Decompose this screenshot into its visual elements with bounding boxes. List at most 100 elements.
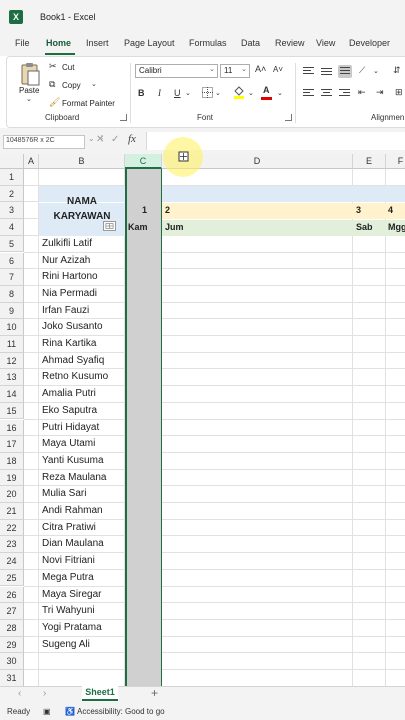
prev-sheet-icon[interactable]: ‹ [18, 688, 21, 699]
paste-icon[interactable] [20, 62, 40, 86]
name-box-dropdown-icon[interactable]: ⌄ [88, 134, 95, 143]
font-color-dropdown-icon[interactable]: ⌄ [277, 89, 283, 97]
row-header-15[interactable]: 15 [0, 402, 24, 420]
employee-name-cell[interactable]: Andi Rahman [42, 505, 124, 516]
row-header-23[interactable]: 23 [0, 536, 24, 554]
tab-file[interactable]: File [15, 38, 30, 48]
row-header-2[interactable]: 2 [0, 185, 24, 203]
fill-color-dropdown-icon[interactable]: ⌄ [248, 89, 254, 97]
column-header-a[interactable]: A [24, 154, 39, 169]
row-header-28[interactable]: 28 [0, 619, 24, 637]
fill-color-icon[interactable] [233, 85, 245, 99]
copy-button[interactable]: Copy [62, 81, 81, 90]
row-header-26[interactable]: 26 [0, 586, 24, 604]
increase-indent-icon[interactable]: ⇥ [376, 87, 384, 98]
row-header-4[interactable]: 4 [0, 219, 24, 236]
row-header-24[interactable]: 24 [0, 553, 24, 570]
macro-record-icon[interactable]: ▣ [43, 707, 51, 716]
day-name-4[interactable]: Mgg [388, 222, 405, 232]
sheet-tab-sheet1[interactable]: Sheet1 [82, 686, 118, 701]
orientation-dropdown-icon[interactable]: ⌄ [373, 67, 379, 75]
tab-home[interactable]: Home [46, 38, 71, 48]
employee-name-cell[interactable]: Mega Putra [42, 572, 124, 583]
align-center-icon[interactable] [321, 89, 332, 98]
employee-name-cell[interactable]: Nia Permadi [42, 288, 124, 299]
shrink-font-button[interactable]: A˅ [273, 65, 283, 74]
row-header-12[interactable]: 12 [0, 352, 24, 370]
employee-name-cell[interactable]: Maya Utami [42, 438, 124, 449]
borders-icon[interactable] [202, 87, 213, 98]
employee-name-cell[interactable]: Joko Susanto [42, 321, 124, 332]
row-header-25[interactable]: 25 [0, 569, 24, 587]
row-header-8[interactable]: 8 [0, 285, 24, 303]
tab-review[interactable]: Review [275, 38, 305, 48]
row-header-18[interactable]: 18 [0, 452, 24, 470]
top-align-icon[interactable] [303, 67, 314, 76]
row-header-13[interactable]: 13 [0, 369, 24, 387]
copy-icon[interactable]: ⧉ [49, 79, 55, 90]
paste-button[interactable]: Paste [19, 86, 39, 95]
day-number-4[interactable]: 4 [388, 205, 393, 215]
row-header-7[interactable]: 7 [0, 269, 24, 286]
clipboard-launcher-icon[interactable] [120, 114, 127, 121]
accessibility-status[interactable]: Accessibility: Good to go [77, 707, 165, 716]
next-sheet-icon[interactable]: › [43, 688, 46, 699]
employee-name-cell[interactable]: Novi Fitriani [42, 555, 124, 566]
cancel-icon[interactable]: ✕ [96, 134, 104, 145]
name-box[interactable]: 1048576R x 2C [3, 135, 85, 149]
row-header-9[interactable]: 9 [0, 302, 24, 320]
row-header-11[interactable]: 11 [0, 336, 24, 353]
employee-name-cell[interactable]: Rina Kartika [42, 338, 124, 349]
employee-name-cell[interactable]: Yogi Pratama [42, 622, 124, 633]
row-header-19[interactable]: 19 [0, 469, 24, 487]
bold-button[interactable]: B [138, 88, 145, 98]
employee-name-cell[interactable]: Eko Saputra [42, 405, 124, 416]
paste-dropdown-icon[interactable]: ⌄ [26, 95, 32, 103]
font-launcher-icon[interactable] [285, 114, 292, 121]
format-painter-button[interactable]: Format Painter [62, 99, 115, 108]
employee-name-cell[interactable]: Zulkifli Latif [42, 238, 124, 249]
employee-name-cell[interactable]: Reza Maulana [42, 472, 124, 483]
tab-insert[interactable]: Insert [86, 38, 109, 48]
copy-dropdown-icon[interactable]: ⌄ [91, 80, 97, 88]
column-header-e[interactable]: E [353, 154, 386, 169]
employee-name-cell[interactable]: Citra Pratiwi [42, 522, 124, 533]
employee-name-cell[interactable]: Yanti Kusuma [42, 455, 124, 466]
bottom-align-icon[interactable] [338, 65, 352, 78]
cut-icon[interactable]: ✂ [49, 61, 57, 72]
underline-dropdown-icon[interactable]: ⌄ [185, 89, 191, 97]
employee-name-cell[interactable]: Maya Siregar [42, 589, 124, 600]
employee-name-cell[interactable]: Tri Wahyuni [42, 605, 124, 616]
row-header-31[interactable]: 31 [0, 670, 24, 686]
row-header-29[interactable]: 29 [0, 636, 24, 654]
select-all-corner[interactable] [0, 154, 24, 169]
column-header-f[interactable]: F [386, 154, 405, 169]
tab-developer[interactable]: Developer [349, 38, 390, 48]
decrease-indent-icon[interactable]: ⇤ [358, 87, 366, 98]
row-header-30[interactable]: 30 [0, 653, 24, 670]
employee-name-cell[interactable]: Retno Kusumo [42, 371, 124, 382]
enter-icon[interactable]: ✓ [111, 134, 119, 145]
underline-button[interactable]: U [174, 88, 181, 98]
row-header-10[interactable]: 10 [0, 319, 24, 336]
format-painter-icon[interactable]: 🖌 [49, 97, 60, 108]
italic-button[interactable]: I [158, 88, 161, 98]
day-name-1[interactable]: Kam [128, 222, 148, 232]
add-sheet-button[interactable]: + [151, 686, 158, 700]
font-name-select[interactable]: Calibri ⌄ [135, 64, 218, 78]
auto-fill-options-icon[interactable] [103, 221, 116, 231]
day-name-3[interactable]: Sab [356, 222, 373, 232]
employee-name-cell[interactable]: Putri Hidayat [42, 422, 124, 433]
merge-center-icon[interactable]: ⊞ [395, 87, 403, 98]
day-name-2[interactable]: Jum [165, 222, 184, 232]
row-header-3[interactable]: 3 [0, 202, 24, 220]
employee-name-cell[interactable]: Sugeng Ali [42, 639, 124, 650]
row-header-6[interactable]: 6 [0, 252, 24, 270]
row-header-5[interactable]: 5 [0, 235, 24, 253]
row-header-1[interactable]: 1 [0, 169, 24, 186]
grow-font-button[interactable]: A˄ [255, 64, 266, 74]
tab-data[interactable]: Data [241, 38, 260, 48]
row-header-21[interactable]: 21 [0, 503, 24, 520]
employee-name-cell[interactable]: Irfan Fauzi [42, 305, 124, 316]
employee-name-cell[interactable]: Amalia Putri [42, 388, 124, 399]
